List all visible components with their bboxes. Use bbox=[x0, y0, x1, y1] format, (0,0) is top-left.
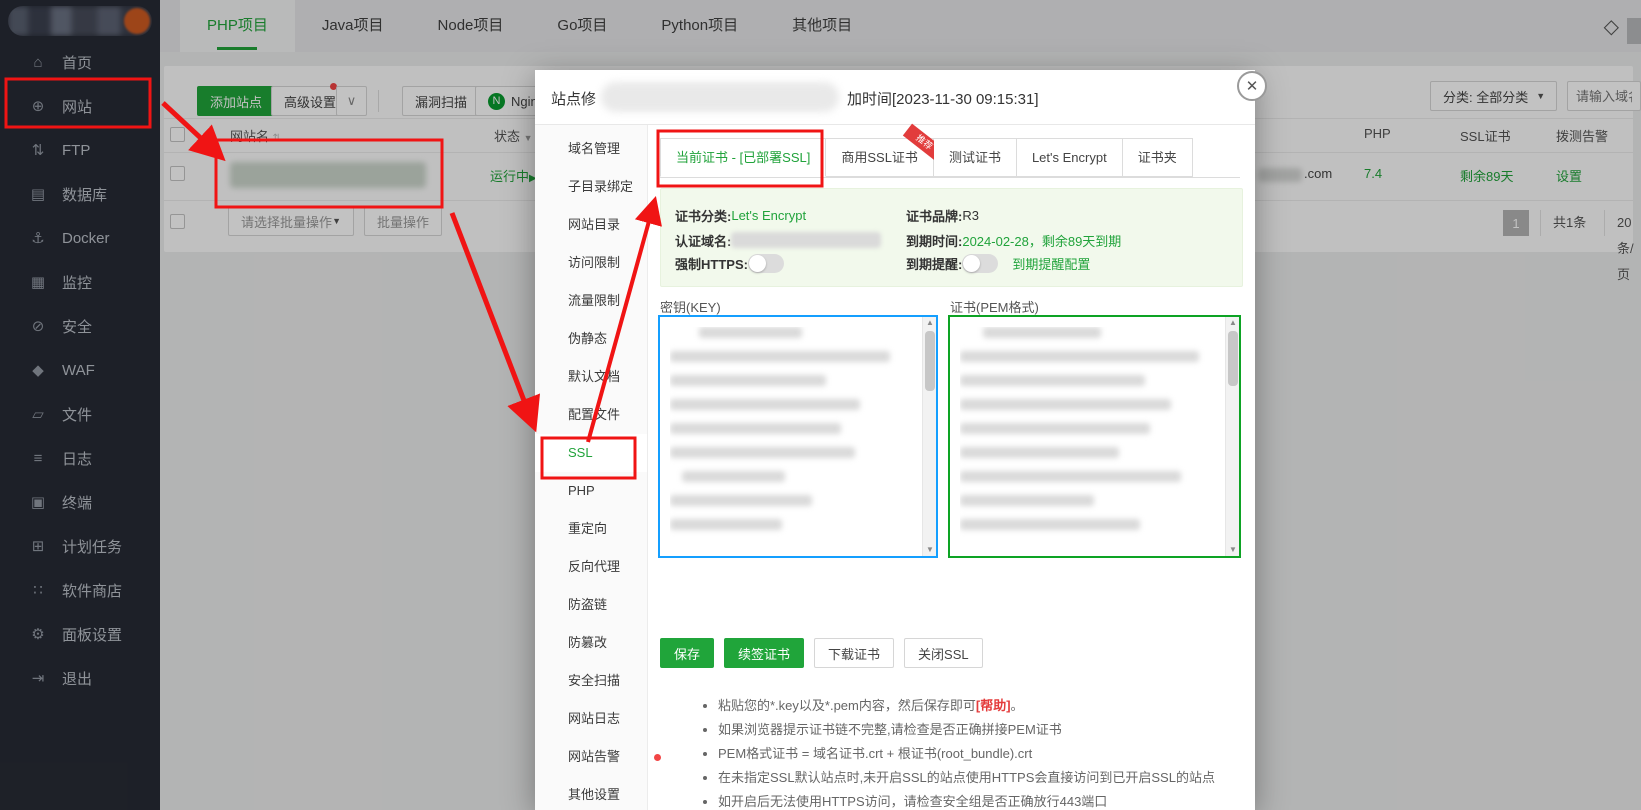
expire-remind-label: 到期提醒: bbox=[906, 254, 962, 273]
note-item: 在未指定SSL默认站点时,未开启SSL的站点使用HTTPS会直接访问到已开启SS… bbox=[718, 766, 1215, 790]
modal-nav-anti-leech[interactable]: 防盗链 bbox=[535, 586, 647, 624]
close-ssl-button[interactable]: 关闭SSL bbox=[904, 638, 983, 668]
cert-expire-label: 到期时间: bbox=[906, 231, 962, 250]
ssl-tabs: 当前证书 - [已部署SSL] 商用SSL证书推荐 测试证书 Let's Enc… bbox=[660, 139, 1240, 178]
cert-expire-value: 2024-02-28，剩余89天到期 bbox=[962, 231, 1121, 250]
modal-title-suffix: 加时间[2023-11-30 09:15:31] bbox=[847, 88, 1039, 109]
key-scrollbar[interactable]: ▲ ▼ bbox=[922, 317, 936, 556]
modal-nav-ssl[interactable]: SSL bbox=[535, 434, 647, 472]
ssl-panel: 当前证书 - [已部署SSL] 商用SSL证书推荐 测试证书 Let's Enc… bbox=[648, 125, 1255, 810]
modal-nav-rewrite[interactable]: 伪静态 bbox=[535, 320, 647, 358]
modal-nav-site-alert[interactable]: 网站告警 bbox=[535, 738, 647, 776]
pem-scrollbar[interactable]: ▲ ▼ bbox=[1225, 317, 1239, 556]
modal-nav-site-log[interactable]: 网站日志 bbox=[535, 700, 647, 738]
pem-textarea[interactable]: ▲ ▼ bbox=[948, 315, 1241, 558]
modal-nav-security-scan[interactable]: 安全扫描 bbox=[535, 662, 647, 700]
modal-nav-tamper-proof[interactable]: 防篡改 bbox=[535, 624, 647, 662]
scroll-up-icon[interactable]: ▲ bbox=[1226, 317, 1240, 329]
modal-nav-subdir[interactable]: 子目录绑定 bbox=[535, 168, 647, 206]
modal-nav-redirect[interactable]: 重定向 bbox=[535, 510, 647, 548]
cert-domain-blurred bbox=[731, 232, 881, 248]
ssl-tab-commercial[interactable]: 商用SSL证书推荐 bbox=[826, 138, 934, 177]
close-icon[interactable]: ✕ bbox=[1237, 71, 1267, 101]
modal-titlebar: 站点修 加时间[2023-11-30 09:15:31] bbox=[535, 70, 1255, 125]
ssl-help-notes: 粘贴您的*.key以及*.pem内容，然后保存即可[帮助]。 如果浏览器提示证书… bbox=[678, 694, 1215, 810]
modal-nav-access-limit[interactable]: 访问限制 bbox=[535, 244, 647, 282]
download-cert-button[interactable]: 下载证书 bbox=[814, 638, 894, 668]
key-content-blurred bbox=[670, 327, 914, 548]
modal-title-prefix: 站点修 bbox=[551, 88, 596, 109]
site-modify-modal: ✕ 站点修 加时间[2023-11-30 09:15:31] 域名管理 子目录绑… bbox=[535, 70, 1255, 810]
scroll-up-icon[interactable]: ▲ bbox=[923, 317, 937, 329]
modal-nav-domain[interactable]: 域名管理 bbox=[535, 130, 647, 168]
help-link[interactable]: [帮助] bbox=[976, 698, 1011, 713]
save-button[interactable]: 保存 bbox=[660, 638, 714, 668]
cert-domain-label: 认证域名: bbox=[675, 231, 731, 250]
modal-nav-reverse-proxy[interactable]: 反向代理 bbox=[535, 548, 647, 586]
note-item: PEM格式证书 = 域名证书.crt + 根证书(root_bundle).cr… bbox=[718, 742, 1215, 766]
ssl-tab-label: 商用SSL证书 bbox=[841, 150, 918, 165]
ssl-tab-cert-folder[interactable]: 证书夹 bbox=[1123, 138, 1193, 177]
scroll-down-icon[interactable]: ▼ bbox=[923, 544, 937, 556]
cert-type-value: Let's Encrypt bbox=[731, 208, 806, 223]
modal-title-domain-blurred bbox=[601, 82, 839, 112]
note-item: 粘贴您的*.key以及*.pem内容，然后保存即可[帮助]。 bbox=[718, 694, 1215, 718]
modal-nav-sitedir[interactable]: 网站目录 bbox=[535, 206, 647, 244]
bt-panel-screen: ⌂首页 ⊕网站 ⇅FTP ▤数据库 ⚓Docker ▦监控 ⊘安全 ◆WAF ▱… bbox=[0, 0, 1641, 810]
modal-nav-php[interactable]: PHP bbox=[535, 472, 647, 510]
pem-content-blurred bbox=[960, 327, 1217, 548]
force-https-label: 强制HTTPS: bbox=[675, 254, 748, 273]
note-item: 如果浏览器提示证书链不完整,请检查是否正确拼接PEM证书 bbox=[718, 718, 1215, 742]
ssl-tab-lets-encrypt[interactable]: Let's Encrypt bbox=[1017, 138, 1123, 177]
key-label: 密钥(KEY) bbox=[660, 297, 721, 316]
modal-nav-other[interactable]: 其他设置 bbox=[535, 776, 647, 810]
modal-nav-traffic-limit[interactable]: 流量限制 bbox=[535, 282, 647, 320]
cert-brand-label: 证书品牌: bbox=[906, 206, 962, 225]
cert-type-label: 证书分类: bbox=[675, 206, 731, 225]
renew-cert-button[interactable]: 续签证书 bbox=[724, 638, 804, 668]
pem-label: 证书(PEM格式) bbox=[950, 297, 1039, 316]
key-textarea[interactable]: ▲ ▼ bbox=[658, 315, 938, 558]
scroll-down-icon[interactable]: ▼ bbox=[1226, 544, 1240, 556]
note-item: 如开启后无法使用HTTPS访问，请检查安全组是否正确放行443端口 bbox=[718, 790, 1215, 810]
ssl-tab-current[interactable]: 当前证书 - [已部署SSL] bbox=[660, 138, 826, 177]
modal-nav-default-doc[interactable]: 默认文档 bbox=[535, 358, 647, 396]
ssl-tab-test[interactable]: 测试证书 bbox=[934, 138, 1017, 177]
ssl-action-buttons: 保存 续签证书 下载证书 关闭SSL bbox=[660, 638, 983, 668]
cert-info-panel: 证书分类: Let's Encrypt 证书品牌: R3 认证域名: 到期时间:… bbox=[660, 188, 1243, 287]
cert-brand-value: R3 bbox=[962, 208, 979, 223]
modal-nav: 域名管理 子目录绑定 网站目录 访问限制 流量限制 伪静态 默认文档 配置文件 … bbox=[535, 125, 648, 810]
force-https-toggle[interactable] bbox=[748, 254, 784, 273]
expire-remind-toggle[interactable] bbox=[962, 254, 998, 273]
remind-config-link[interactable]: 到期提醒配置 bbox=[1012, 254, 1090, 273]
modal-nav-label: 网站告警 bbox=[568, 749, 620, 764]
modal-nav-config-file[interactable]: 配置文件 bbox=[535, 396, 647, 434]
